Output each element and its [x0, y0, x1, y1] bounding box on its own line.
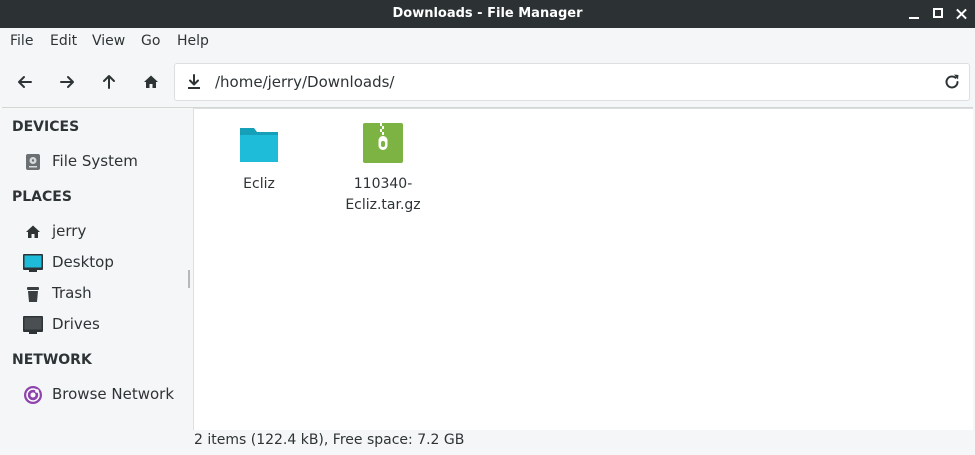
forward-button[interactable]	[54, 69, 80, 95]
sidebar-item-label: Drives	[52, 315, 100, 333]
home-button[interactable]	[138, 69, 164, 95]
menu-edit[interactable]: Edit	[50, 33, 77, 49]
sidebar-item-label: Browse Network	[52, 385, 175, 403]
arrow-up-icon	[103, 75, 115, 89]
menu-help[interactable]: Help	[177, 33, 209, 49]
desktop-icon	[22, 252, 44, 274]
toolbar: /home/jerry/Downloads/	[2, 56, 973, 108]
file-name: 110340-Ecliz.tar.gz	[345, 176, 421, 213]
menu-file[interactable]: File	[10, 33, 33, 49]
section-devices: DEVICES	[12, 119, 80, 135]
close-button[interactable]	[952, 4, 972, 24]
status-text: 2 items (122.4 kB), Free space: 7.2 GB	[194, 432, 465, 448]
menu-view[interactable]: View	[92, 33, 125, 49]
arrow-left-icon	[18, 76, 32, 88]
file-manager-window: Downloads - File Manager File Edit View …	[0, 0, 975, 455]
reload-icon[interactable]	[941, 71, 963, 93]
sidebar-item-drives[interactable]: Drives	[22, 312, 182, 338]
download-icon	[183, 71, 205, 93]
menu-bar: File Edit View Go Help	[2, 28, 973, 56]
sidebar-item-browse-network[interactable]: Browse Network	[22, 382, 182, 408]
home-icon	[22, 221, 44, 243]
section-network: NETWORK	[12, 352, 92, 368]
archive-icon	[361, 122, 405, 166]
location-bar[interactable]: /home/jerry/Downloads/	[174, 63, 970, 101]
trash-icon	[22, 283, 44, 305]
sidebar-item-label: Desktop	[52, 253, 114, 271]
title-bar[interactable]: Downloads - File Manager	[0, 0, 975, 28]
home-icon	[144, 75, 158, 88]
file-view[interactable]: Ecliz 110340-Ecliz.tar.gz	[193, 108, 973, 430]
back-button[interactable]	[12, 69, 38, 95]
sidebar-item-label: Trash	[52, 284, 92, 302]
sidebar: DEVICES File System PLACES jerry Desktop…	[2, 108, 186, 453]
status-bar: 2 items (122.4 kB), Free space: 7.2 GB	[193, 430, 973, 453]
up-button[interactable]	[96, 69, 122, 95]
network-icon	[22, 384, 44, 406]
sidebar-item-desktop[interactable]: Desktop	[22, 250, 182, 276]
sidebar-item-jerry[interactable]: jerry	[22, 219, 182, 245]
harddisk-icon	[22, 151, 44, 173]
pane-splitter-handle[interactable]	[188, 270, 190, 288]
location-path[interactable]: /home/jerry/Downloads/	[215, 73, 394, 91]
sidebar-item-trash[interactable]: Trash	[22, 281, 182, 307]
file-name: Ecliz	[243, 176, 275, 192]
minimize-button[interactable]	[904, 4, 924, 24]
monitor-icon	[22, 314, 44, 336]
file-item-archive[interactable]: 110340-Ecliz.tar.gz	[333, 122, 433, 216]
maximize-button[interactable]	[928, 4, 948, 24]
window-title: Downloads - File Manager	[392, 6, 583, 21]
file-item-folder[interactable]: Ecliz	[209, 122, 309, 195]
sidebar-item-label: jerry	[52, 222, 87, 240]
sidebar-item-label: File System	[52, 152, 138, 170]
arrow-right-icon	[60, 76, 74, 88]
section-places: PLACES	[12, 189, 72, 205]
folder-icon	[237, 122, 281, 166]
sidebar-item-file-system[interactable]: File System	[22, 149, 182, 175]
menu-go[interactable]: Go	[141, 33, 160, 49]
